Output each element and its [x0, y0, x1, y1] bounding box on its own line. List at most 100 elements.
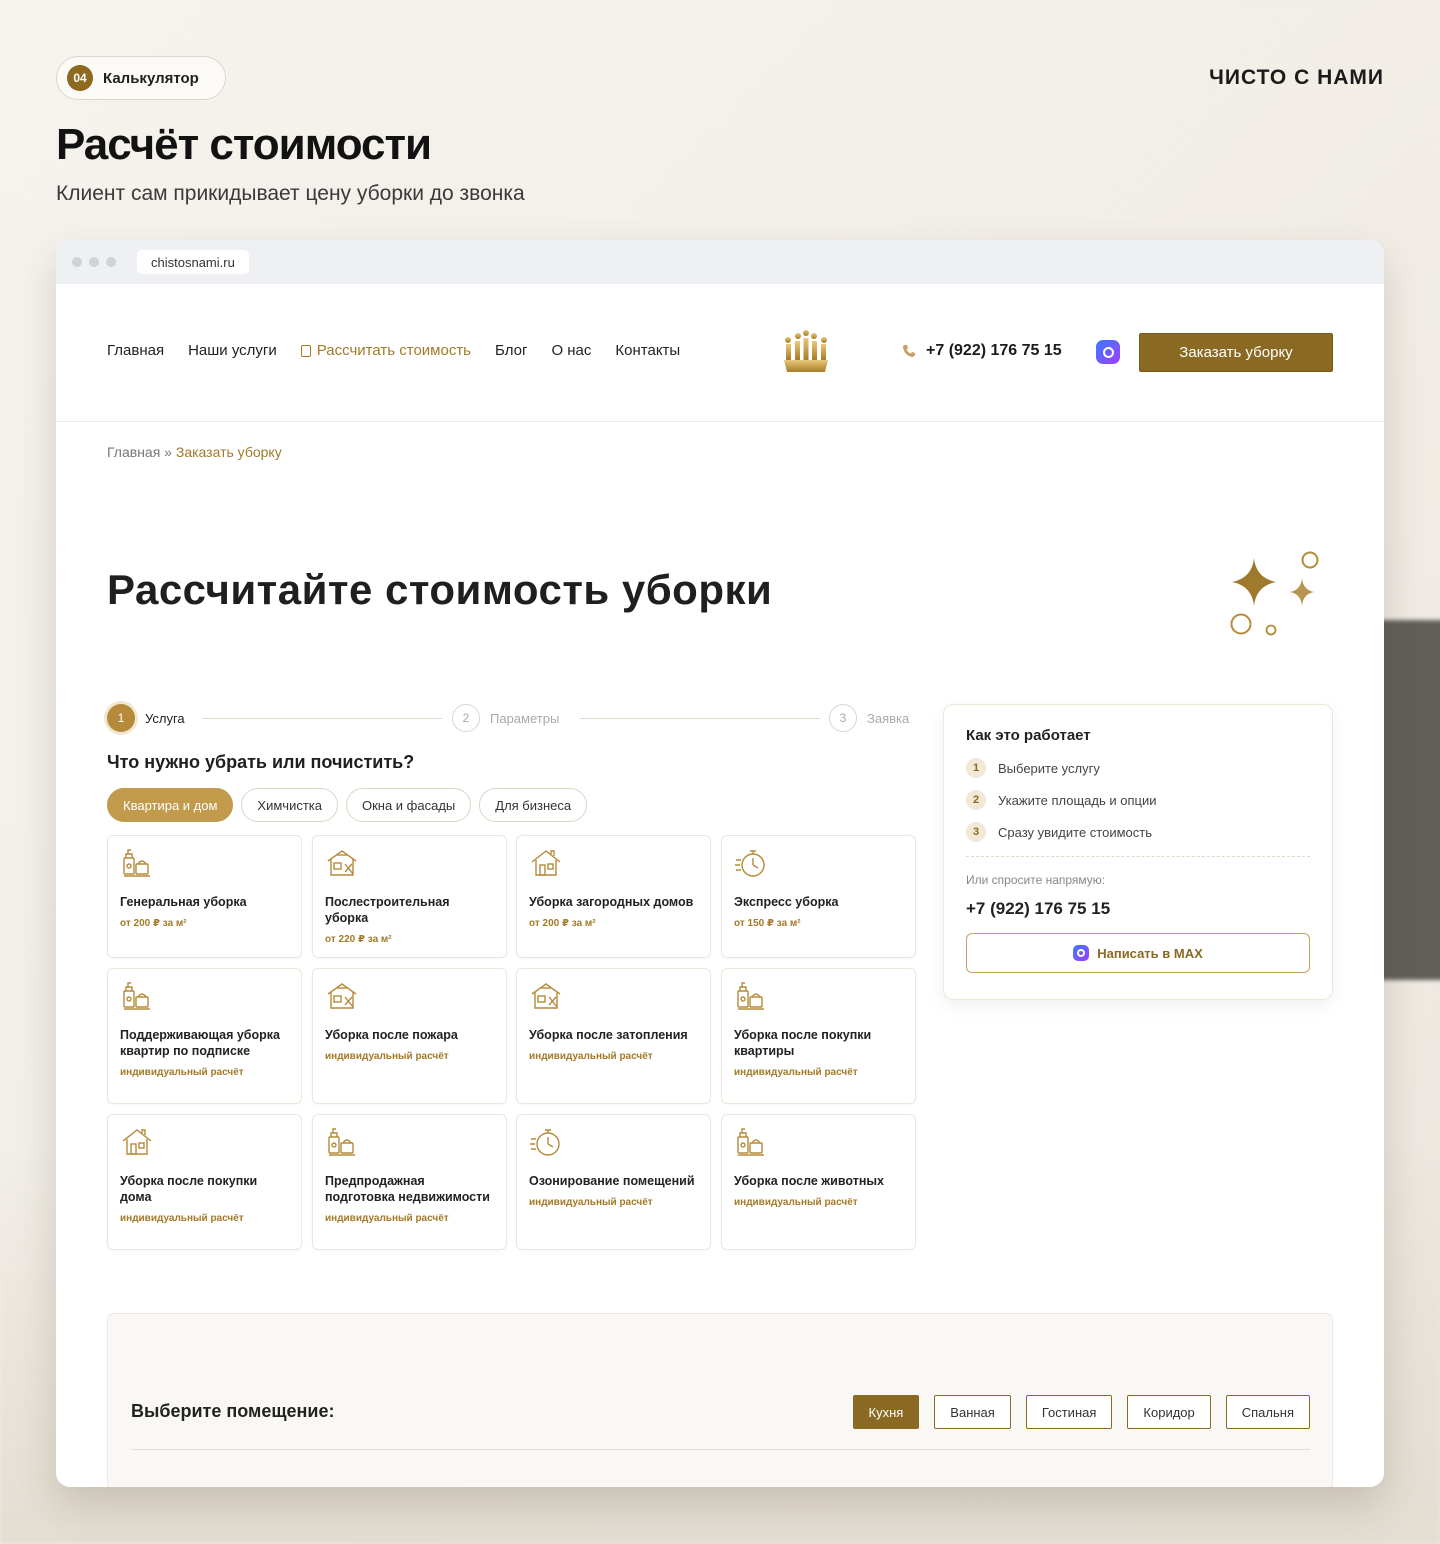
how-title: Как это работает	[966, 727, 1091, 744]
service-price: индивидуальный расчёт	[529, 1197, 653, 1208]
nav-link-calculator[interactable]: Рассчитать стоимость	[300, 342, 472, 359]
nav-link-contacts[interactable]: Контакты	[615, 342, 680, 359]
window-dot[interactable]	[106, 257, 116, 267]
service-price: индивидуальный расчёт	[529, 1051, 653, 1062]
breadcrumb-separator: »	[160, 444, 176, 460]
category-business[interactable]: Для бизнеса	[479, 788, 588, 822]
service-price: от 200 ₽ за м²	[120, 918, 187, 929]
room-hallway[interactable]: Коридор	[1127, 1395, 1211, 1429]
house-repair-icon	[325, 846, 359, 880]
service-title: Уборка после покупки квартиры	[734, 1028, 872, 1058]
service-card[interactable]: Уборка после пожара индивидуальный расчёт	[312, 968, 507, 1104]
category-filter: Квартира и дом Химчистка Окна и фасады Д…	[107, 788, 588, 822]
room-options: Кухня Ванная Гостиная Коридор Спальня	[852, 1395, 1310, 1429]
house-repair-icon	[325, 979, 359, 1013]
step-request[interactable]: 3 Заявка	[829, 704, 909, 732]
room-kitchen[interactable]: Кухня	[852, 1395, 920, 1429]
how-step: 2 Укажите площадь и опции	[966, 790, 1310, 810]
nav-link-home[interactable]: Главная	[107, 342, 164, 359]
cleaning-supplies-icon	[120, 846, 154, 880]
panel-phone[interactable]: +7 (922) 176 75 15	[966, 899, 1310, 919]
sparkles-icon	[1230, 551, 1319, 636]
service-card[interactable]: Экспресс уборка от 150 ₽ за м²	[721, 835, 916, 958]
service-card[interactable]: Послестроительная уборка от 220 ₽ за м²	[312, 835, 507, 958]
service-price: индивидуальный расчёт	[325, 1051, 449, 1062]
nav-link-about[interactable]: О нас	[551, 342, 591, 359]
nav-link-calculator-label: Рассчитать стоимость	[316, 342, 472, 359]
step-number: 1	[107, 704, 135, 732]
room-living[interactable]: Гостиная	[1025, 1395, 1113, 1429]
service-card[interactable]: Поддерживающая уборка квартир по подписк…	[107, 968, 302, 1104]
service-card[interactable]: Уборка загородных домов от 200 ₽ за м²	[516, 835, 711, 958]
step-number: 2	[452, 704, 480, 732]
write-max-button[interactable]: Написать в MAX	[966, 933, 1310, 973]
service-price: индивидуальный расчёт	[734, 1067, 858, 1078]
stepper: 1 Услуга 2 Параметры 3 Заявка	[107, 704, 915, 734]
cleaning-supplies-icon	[120, 979, 154, 1013]
room-selector: Выберите помещение: Кухня Ванная Гостина…	[107, 1313, 1333, 1487]
phone-icon	[903, 345, 915, 357]
main-nav: Главная Наши услуги Рассчитать стоимость…	[107, 342, 680, 359]
house-repair-icon	[529, 979, 563, 1013]
service-title: Экспресс уборка	[734, 895, 839, 909]
category-windows[interactable]: Окна и фасады	[345, 788, 472, 822]
badge-label: Калькулятор	[103, 69, 199, 87]
max-messenger-icon[interactable]	[1096, 340, 1120, 364]
url-bar[interactable]: chistosnami.ru	[137, 250, 249, 274]
hero-subtitle: Клиент сам прикидывает цену уборки до зв…	[56, 182, 525, 205]
nav-link-blog[interactable]: Блог	[495, 342, 527, 359]
cleaning-supplies-icon	[734, 979, 768, 1013]
how-step-number: 2	[966, 790, 986, 810]
window-dot[interactable]	[72, 257, 82, 267]
how-step: 1 Выберите услугу	[966, 758, 1310, 778]
crown-logo-icon[interactable]	[782, 330, 830, 376]
service-card[interactable]: Уборка после затопления индивидуальный ра…	[516, 968, 711, 1104]
question-title: Что нужно убрать или почистить?	[107, 752, 415, 772]
calculator-icon	[300, 344, 311, 357]
service-card[interactable]: Уборка после покупки квартиры индивидуаль…	[721, 968, 916, 1104]
step-parameters[interactable]: 2 Параметры	[452, 704, 559, 732]
browser-window: chistosnami.ru Главная Наши услуги Рассч…	[56, 240, 1384, 1487]
breadcrumb-current: Заказать уборку	[175, 444, 282, 460]
house-icon	[529, 846, 563, 880]
site-header: Главная Наши услуги Рассчитать стоимость…	[56, 284, 1384, 422]
service-price: индивидуальный расчёт	[120, 1213, 244, 1224]
step-label: Услуга	[145, 710, 185, 726]
step-service[interactable]: 1 Услуга	[107, 704, 185, 732]
step-label: Параметры	[490, 710, 560, 726]
service-title: Уборка после покупки дома	[120, 1174, 258, 1204]
header-phone[interactable]: +7 (922) 176 75 15	[902, 342, 1062, 360]
service-price: индивидуальный расчёт	[120, 1067, 244, 1078]
service-price: от 200 ₽ за м²	[529, 918, 596, 929]
badge-number: 04	[67, 65, 93, 91]
window-dot[interactable]	[89, 257, 99, 267]
cleaning-supplies-icon	[734, 1125, 768, 1159]
divider	[131, 1449, 1310, 1450]
breadcrumb: Главная » Заказать уборку	[107, 444, 282, 460]
service-title: Послестроительная уборка	[325, 895, 450, 925]
nav-link-services[interactable]: Наши услуги	[188, 342, 277, 359]
category-apartment[interactable]: Квартира и дом	[107, 788, 234, 822]
how-step-text: Укажите площадь и опции	[998, 792, 1157, 808]
room-bathroom[interactable]: Ванная	[934, 1395, 1011, 1429]
how-it-works-panel: Как это работает 1 Выберите услугу 2 Укажи…	[943, 704, 1333, 1000]
how-step-text: Выберите услугу	[998, 760, 1100, 776]
service-card[interactable]: Озонирование помещений индивидуальный рас…	[516, 1114, 711, 1250]
service-card[interactable]: Уборка после животных индивидуальный расч…	[721, 1114, 916, 1250]
service-card[interactable]: Предпродажная подготовка недвижимости инд…	[312, 1114, 507, 1250]
service-title: Уборка загородных домов	[529, 895, 694, 909]
category-dry-cleaning[interactable]: Химчистка	[241, 788, 338, 822]
how-step-number: 3	[966, 822, 986, 842]
room-bedroom[interactable]: Спальня	[1225, 1395, 1310, 1429]
stopwatch-icon	[734, 846, 768, 880]
service-card[interactable]: Уборка после покупки дома индивидуальный …	[107, 1114, 302, 1250]
how-step: 3 Сразу увидите стоимость	[966, 822, 1310, 842]
breadcrumb-home[interactable]: Главная	[107, 444, 160, 460]
order-cleaning-button[interactable]: Заказать уборку	[1139, 333, 1333, 372]
step-number: 3	[829, 704, 857, 732]
page-title: Рассчитайте стоимость уборки	[107, 566, 773, 613]
service-card[interactable]: Генеральная уборка от 200 ₽ за м²	[107, 835, 302, 958]
service-price: от 150 ₽ за м²	[734, 918, 801, 929]
brand-name: ЧИСТО С НАМИ	[1209, 66, 1384, 89]
write-max-label: Написать в MAX	[1097, 945, 1203, 961]
